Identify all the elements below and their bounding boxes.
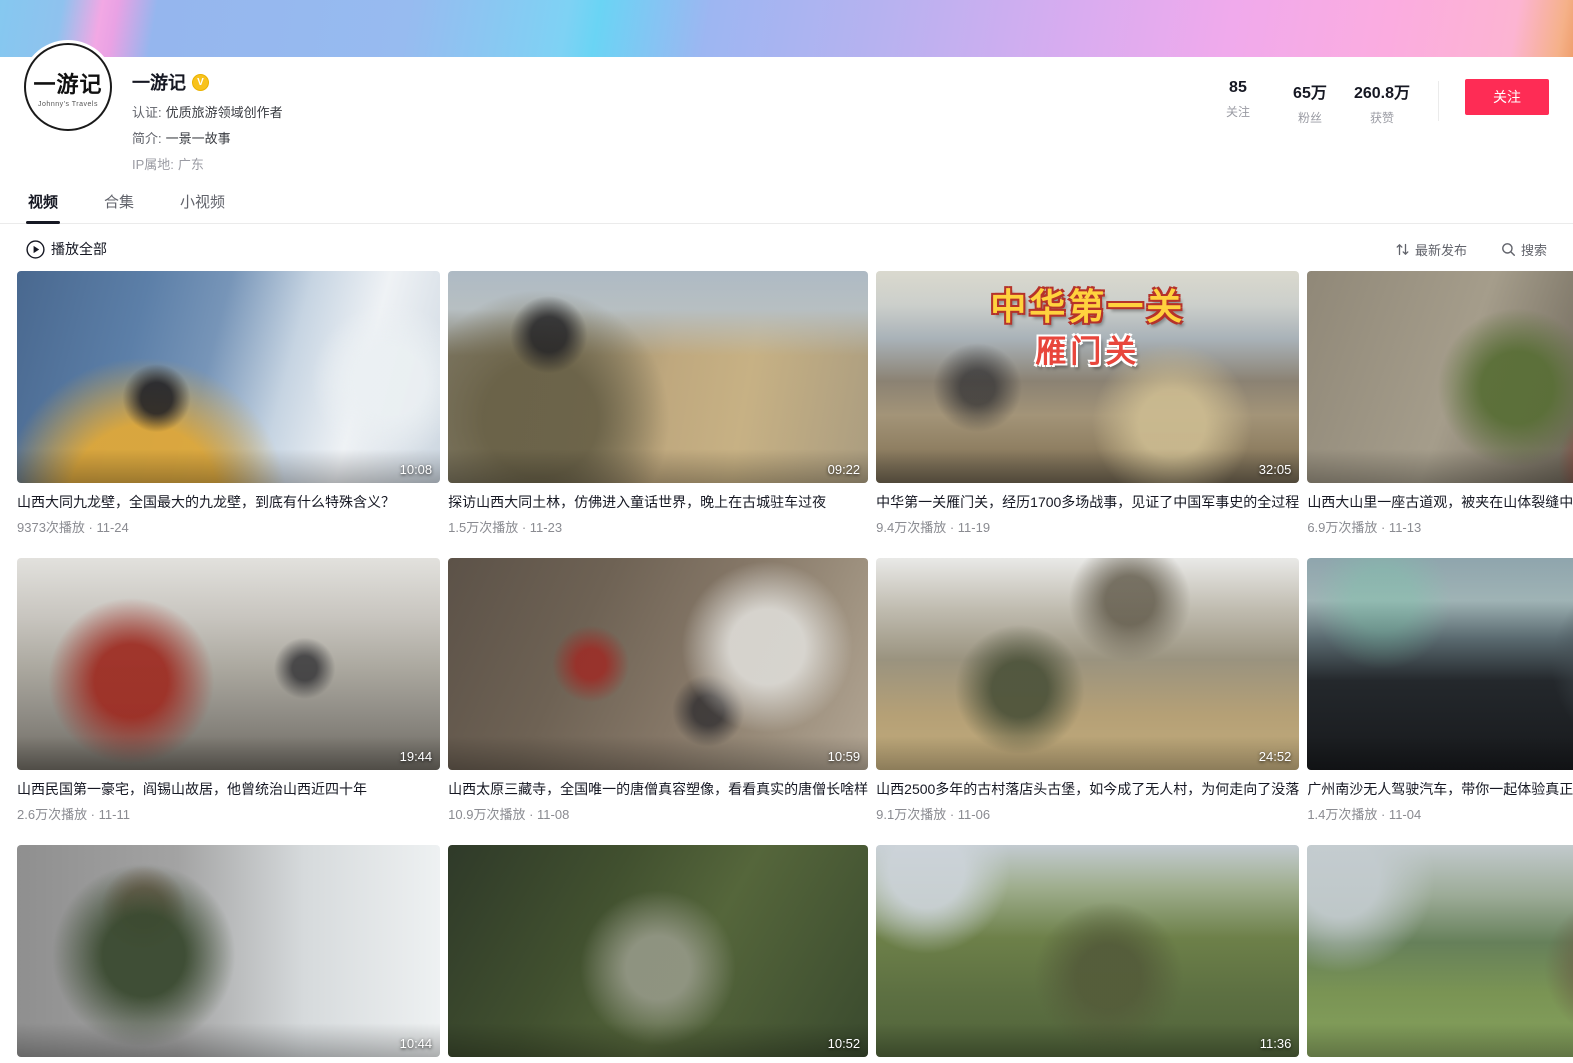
video-card[interactable]: 10:59 山西太原三藏寺，全国唯一的唐僧真容塑像，看看真实的唐僧长啥样 10.…	[448, 558, 868, 823]
stat-label: 获赞	[1354, 109, 1410, 126]
bio-line: 简介:一景一故事	[132, 128, 283, 147]
sort-label: 最新发布	[1415, 240, 1467, 259]
profile-info: 一游记 V 认证:优质旅游领域创作者 简介:一景一故事 IP属地:广东	[132, 57, 283, 173]
video-title[interactable]: 广州南沙无人驾驶汽车，带你一起体验真正的科技与狠活	[1307, 779, 1573, 799]
video-thumbnail[interactable]: 24:52	[876, 558, 1299, 770]
tab-label: 合集	[104, 194, 134, 211]
tab-bar: 视频 合集 小视频	[0, 183, 1573, 224]
video-card[interactable]: 14:07 到广州开始新的生活了，为什么选择了南沙？但愿能在这里安定下来 3.4…	[1307, 845, 1573, 1063]
video-duration: 24:52	[1259, 749, 1292, 764]
video-thumbnail[interactable]: 11:58	[1307, 558, 1573, 770]
avatar-logo-subtext: Johnny's Travels	[38, 101, 98, 108]
video-card[interactable]: 11:58 广州南沙无人驾驶汽车，带你一起体验真正的科技与狠活 1.4万次播放 …	[1307, 558, 1573, 823]
video-title[interactable]: 山西民国第一豪宅，阎锡山故居，他曾统治山西近四十年	[17, 779, 440, 799]
stat-item[interactable]: 260.8万 获赞	[1346, 79, 1418, 126]
toolbar: 播放全部 最新发布 搜索	[0, 224, 1573, 271]
video-thumbnail[interactable]: 10:52	[448, 845, 868, 1057]
video-thumbnail[interactable]: 11:36	[876, 845, 1299, 1057]
video-thumbnail[interactable]: 10:44	[17, 845, 440, 1057]
video-duration: 09:22	[828, 462, 861, 477]
tab-label: 视频	[28, 194, 58, 211]
video-meta: 10.9万次播放 · 11-08	[448, 804, 868, 823]
play-circle-icon	[26, 240, 45, 259]
follow-button[interactable]: 关注	[1465, 79, 1549, 115]
video-title[interactable]: 山西大同九龙壁，全国最大的九龙壁，到底有什么特殊含义？	[17, 492, 440, 512]
thumbnail-overlay-text: 中华第一关雁门关	[876, 285, 1299, 372]
video-card[interactable]: 10:44 广州南沙中心区，2600元能租到怎样的房子，谈谈我对房地产的看法 3…	[17, 845, 440, 1063]
ip-location-line: IP属地:广东	[132, 154, 283, 173]
video-meta: 9373次播放 · 11-24	[17, 517, 440, 536]
avatar[interactable]: 一游记 Johnny's Travels	[24, 43, 112, 131]
profile-banner	[0, 0, 1573, 57]
stats-divider	[1438, 81, 1439, 121]
tab-小视频[interactable]: 小视频	[178, 183, 227, 223]
video-card[interactable]: 09:22 探访山西大同土林，仿佛进入童话世界，晚上在古城驻车过夜 1.5万次播…	[448, 271, 868, 536]
verified-badge-icon: V	[192, 74, 209, 91]
video-meta: 2.6万次播放 · 11-11	[17, 804, 440, 823]
stat-value: 85	[1210, 79, 1266, 97]
tab-视频[interactable]: 视频	[26, 183, 60, 223]
avatar-logo-text: 一游记	[33, 67, 102, 99]
video-thumbnail[interactable]: 09:22	[448, 271, 868, 483]
video-thumbnail[interactable]: 14:07	[1307, 845, 1573, 1057]
video-duration: 32:05	[1259, 462, 1292, 477]
profile-stats: 85 关注 65万 粉丝 260.8万 获赞	[1202, 79, 1418, 126]
play-all-button[interactable]: 播放全部	[26, 239, 107, 259]
video-thumbnail[interactable]: 10:59	[448, 558, 868, 770]
video-meta: 9.4万次播放 · 11-19	[876, 517, 1299, 536]
video-duration: 19:44	[400, 749, 433, 764]
video-card[interactable]: 19:44 山西民国第一豪宅，阎锡山故居，他曾统治山西近四十年 2.6万次播放 …	[17, 558, 440, 823]
search-label: 搜索	[1521, 240, 1547, 259]
video-card[interactable]: 11:36 分享我治疗肾结石的全过程，以为要花一万多做手术，结局却很意外 5万次…	[876, 845, 1299, 1063]
video-title[interactable]: 探访山西大同土林，仿佛进入童话世界，晚上在古城驻车过夜	[448, 492, 868, 512]
profile-name: 一游记	[132, 69, 186, 95]
video-duration: 11:36	[1260, 1036, 1292, 1051]
play-all-label: 播放全部	[51, 239, 107, 259]
video-duration: 10:52	[828, 1036, 861, 1051]
video-card[interactable]: 32:05 中华第一关雁门关 中华第一关雁门关，经历1700多场战事，见证了中国…	[876, 271, 1299, 536]
video-meta: 6.9万次播放 · 11-13	[1307, 517, 1573, 536]
certification-line: 认证:优质旅游领域创作者	[132, 102, 283, 121]
search-button[interactable]: 搜索	[1501, 240, 1547, 259]
sort-icon	[1395, 242, 1410, 257]
video-meta: 1.5万次播放 · 11-23	[448, 517, 868, 536]
search-icon	[1501, 242, 1516, 257]
video-card[interactable]: 14:29 山西大山里一座古道观，被夹在山体裂缝中，上去顶层全靠一条铁链 6.9…	[1307, 271, 1573, 536]
stat-value: 260.8万	[1354, 79, 1410, 103]
video-duration: 10:44	[400, 1036, 433, 1051]
stat-label: 关注	[1210, 103, 1266, 120]
video-title[interactable]: 山西太原三藏寺，全国唯一的唐僧真容塑像，看看真实的唐僧长啥样	[448, 779, 868, 799]
profile-header: 一游记 Johnny's Travels 一游记 V 认证:优质旅游领域创作者 …	[0, 57, 1573, 173]
stat-value: 65万	[1282, 79, 1338, 103]
tab-合集[interactable]: 合集	[102, 183, 136, 223]
video-grid: 10:08 山西大同九龙壁，全国最大的九龙壁，到底有什么特殊含义？ 9373次播…	[0, 271, 1573, 1063]
video-duration: 10:08	[400, 462, 433, 477]
video-title[interactable]: 山西2500多年的古村落店头古堡，如今成了无人村，为何走向了没落	[876, 779, 1299, 799]
video-duration: 10:59	[828, 749, 861, 764]
video-thumbnail[interactable]: 14:29	[1307, 271, 1573, 483]
video-card[interactable]: 10:52 湖北利川一地主庄园，妻子一身武艺吓跑土匪，可惜无子继承终绝后 4.8…	[448, 845, 868, 1063]
video-thumbnail[interactable]: 32:05 中华第一关雁门关	[876, 271, 1299, 483]
video-thumbnail[interactable]: 10:08	[17, 271, 440, 483]
tab-label: 小视频	[180, 194, 225, 211]
video-card[interactable]: 10:08 山西大同九龙壁，全国最大的九龙壁，到底有什么特殊含义？ 9373次播…	[17, 271, 440, 536]
video-meta: 1.4万次播放 · 11-04	[1307, 804, 1573, 823]
video-title[interactable]: 中华第一关雁门关，经历1700多场战事，见证了中国军事史的全过程	[876, 492, 1299, 512]
stat-item[interactable]: 85 关注	[1202, 79, 1274, 126]
sort-button[interactable]: 最新发布	[1395, 240, 1467, 259]
video-thumbnail[interactable]: 19:44	[17, 558, 440, 770]
stat-label: 粉丝	[1282, 109, 1338, 126]
video-card[interactable]: 24:52 山西2500多年的古村落店头古堡，如今成了无人村，为何走向了没落 9…	[876, 558, 1299, 823]
video-meta: 9.1万次播放 · 11-06	[876, 804, 1299, 823]
video-title[interactable]: 山西大山里一座古道观，被夹在山体裂缝中，上去顶层全靠一条铁链	[1307, 492, 1573, 512]
stat-item[interactable]: 65万 粉丝	[1274, 79, 1346, 126]
